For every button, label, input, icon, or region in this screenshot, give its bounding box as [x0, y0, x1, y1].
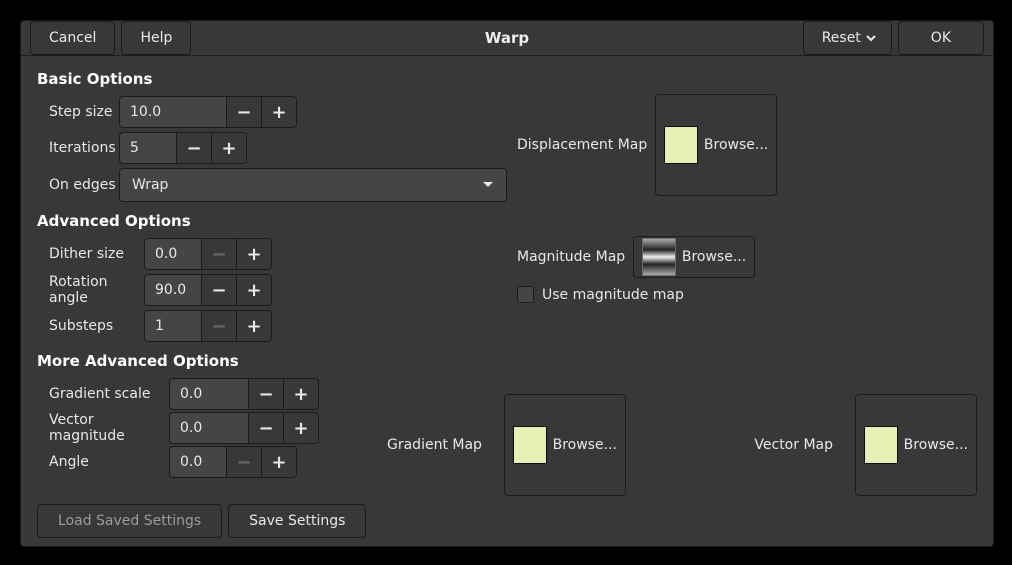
displacement-map-button[interactable]: Browse...	[655, 94, 777, 196]
vector-map-button[interactable]: Browse...	[855, 394, 977, 496]
iterations-stepper: 5 − +	[119, 132, 247, 164]
on-edges-label: On edges	[49, 177, 119, 193]
angle-increment[interactable]: +	[261, 446, 297, 478]
section-basic-title: Basic Options	[37, 70, 977, 88]
ok-button[interactable]: OK	[898, 21, 984, 55]
on-edges-value: Wrap	[132, 177, 168, 193]
use-magnitude-checkbox[interactable]	[517, 286, 534, 303]
vector-map-preview	[864, 426, 898, 464]
rotation-angle-decrement[interactable]: −	[201, 274, 236, 306]
angle-stepper: 0.0 − +	[169, 446, 297, 478]
cancel-button[interactable]: Cancel	[30, 21, 115, 55]
vector-magnitude-input[interactable]: 0.0	[169, 412, 248, 444]
section-advanced-title: Advanced Options	[37, 212, 977, 230]
dropdown-icon	[482, 181, 494, 189]
vector-map-label: Vector Map	[754, 437, 833, 453]
save-settings-button[interactable]: Save Settings	[228, 504, 366, 538]
substeps-stepper: 1 − +	[144, 310, 272, 342]
substeps-label: Substeps	[49, 318, 144, 334]
gradient-map-button[interactable]: Browse...	[504, 394, 626, 496]
angle-decrement[interactable]: −	[226, 446, 261, 478]
magnitude-map-button[interactable]: Browse...	[633, 236, 755, 278]
use-magnitude-label: Use magnitude map	[542, 287, 684, 303]
reset-label: Reset	[822, 30, 861, 46]
dither-size-decrement[interactable]: −	[201, 238, 236, 270]
substeps-decrement[interactable]: −	[201, 310, 236, 342]
section-more: Gradient scale 0.0 − + Vector magnitude …	[37, 376, 977, 496]
gradient-scale-stepper: 0.0 − +	[169, 378, 319, 410]
gradient-scale-increment[interactable]: +	[283, 378, 319, 410]
vector-map-browse-label: Browse...	[904, 437, 968, 453]
vector-magnitude-increment[interactable]: +	[283, 412, 319, 444]
step-size-stepper: 10.0 − +	[119, 96, 297, 128]
on-edges-select[interactable]: Wrap	[119, 168, 507, 202]
load-saved-settings-button[interactable]: Load Saved Settings	[37, 504, 222, 538]
step-size-increment[interactable]: +	[261, 96, 297, 128]
angle-label: Angle	[49, 454, 169, 470]
dialog-window: Cancel Help Warp Reset OK Basic Options …	[20, 20, 994, 547]
angle-input[interactable]: 0.0	[169, 446, 226, 478]
step-size-label: Step size	[49, 104, 119, 120]
iterations-decrement[interactable]: −	[176, 132, 211, 164]
step-size-input[interactable]: 10.0	[119, 96, 226, 128]
rotation-angle-input[interactable]: 90.0	[144, 274, 201, 306]
iterations-label: Iterations	[49, 140, 119, 156]
dither-size-input[interactable]: 0.0	[144, 238, 201, 270]
chevron-down-icon	[865, 32, 877, 44]
dither-size-increment[interactable]: +	[236, 238, 272, 270]
magnitude-map-browse-label: Browse...	[682, 249, 746, 265]
gradient-map-label: Gradient Map	[387, 437, 482, 453]
section-more-title: More Advanced Options	[37, 352, 977, 370]
vector-magnitude-stepper: 0.0 − +	[169, 412, 319, 444]
reset-button[interactable]: Reset	[803, 21, 892, 55]
rotation-angle-stepper: 90.0 − +	[144, 274, 272, 306]
gradient-scale-label: Gradient scale	[49, 386, 169, 402]
substeps-increment[interactable]: +	[236, 310, 272, 342]
step-size-decrement[interactable]: −	[226, 96, 261, 128]
gradient-map-browse-label: Browse...	[553, 437, 617, 453]
section-basic: Step size 10.0 − + Iterations 5 − +	[37, 94, 977, 204]
magnitude-map-label: Magnitude Map	[517, 249, 625, 265]
gradient-scale-input[interactable]: 0.0	[169, 378, 248, 410]
settings-footer: Load Saved Settings Save Settings	[37, 504, 977, 538]
substeps-input[interactable]: 1	[144, 310, 201, 342]
help-button[interactable]: Help	[121, 21, 191, 55]
dither-size-stepper: 0.0 − +	[144, 238, 272, 270]
titlebar: Cancel Help Warp Reset OK	[21, 21, 993, 56]
iterations-input[interactable]: 5	[119, 132, 176, 164]
vector-magnitude-label: Vector magnitude	[49, 412, 169, 444]
gradient-map-preview	[513, 426, 547, 464]
displacement-map-browse-label: Browse...	[704, 137, 768, 153]
rotation-angle-label: Rotation angle	[49, 274, 144, 306]
magnitude-map-preview	[642, 238, 676, 276]
vector-magnitude-decrement[interactable]: −	[248, 412, 283, 444]
section-advanced: Dither size 0.0 − + Rotation angle 90.0 …	[37, 236, 977, 344]
dialog-content: Basic Options Step size 10.0 − + Iterati…	[21, 56, 993, 552]
displacement-map-label: Displacement Map	[517, 137, 647, 153]
iterations-increment[interactable]: +	[211, 132, 247, 164]
dither-size-label: Dither size	[49, 246, 144, 262]
gradient-scale-decrement[interactable]: −	[248, 378, 283, 410]
rotation-angle-increment[interactable]: +	[236, 274, 272, 306]
displacement-map-preview	[664, 126, 698, 164]
